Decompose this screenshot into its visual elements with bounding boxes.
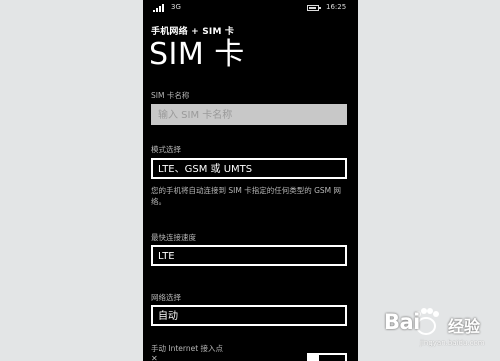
network-selection-label: 网络选择 — [151, 293, 181, 302]
clock: 16:25 — [326, 3, 347, 11]
max-speed-label: 最快连接速度 — [151, 233, 196, 242]
battery-icon — [307, 5, 321, 11]
mode-label: 模式选择 — [151, 145, 181, 154]
sim-name-label: SIM 卡名称 — [151, 91, 190, 100]
sim-name-input[interactable]: 输入 SIM 卡名称 — [151, 104, 347, 125]
watermark-jingyan: 经验 — [448, 317, 481, 336]
manual-apn-label: 手动 Internet 接入点 — [151, 344, 224, 353]
baidu-jingyan-watermark: Bai 经验 jingyan.baidu.com — [380, 304, 492, 356]
manual-apn-toggle[interactable] — [307, 353, 347, 361]
battery-level — [309, 7, 316, 9]
mode-select[interactable]: LTE、GSM 或 UMTS — [151, 158, 347, 179]
network-type: 3G — [171, 3, 181, 11]
toggle-thumb[interactable] — [309, 353, 319, 361]
signal-strength-icon — [153, 4, 164, 12]
watermark-brand: Bai — [384, 310, 420, 334]
max-speed-select[interactable]: LTE — [151, 245, 347, 266]
status-bar: 3G 16:25 — [143, 0, 358, 16]
mode-help-text: 您的手机将自动连接到 SIM 卡指定的任何类型的 GSM 网络。 — [151, 186, 342, 206]
toggle-state-icon: ✕ — [151, 354, 158, 361]
watermark-url: jingyan.baidu.com — [420, 339, 485, 347]
phone-screen: 3G 16:25 手机网络 + SIM 卡 SIM 卡 SIM 卡名称 输入 S… — [143, 0, 358, 361]
page-title: SIM 卡 — [149, 37, 245, 72]
network-selection-select[interactable]: 自动 — [151, 305, 347, 326]
